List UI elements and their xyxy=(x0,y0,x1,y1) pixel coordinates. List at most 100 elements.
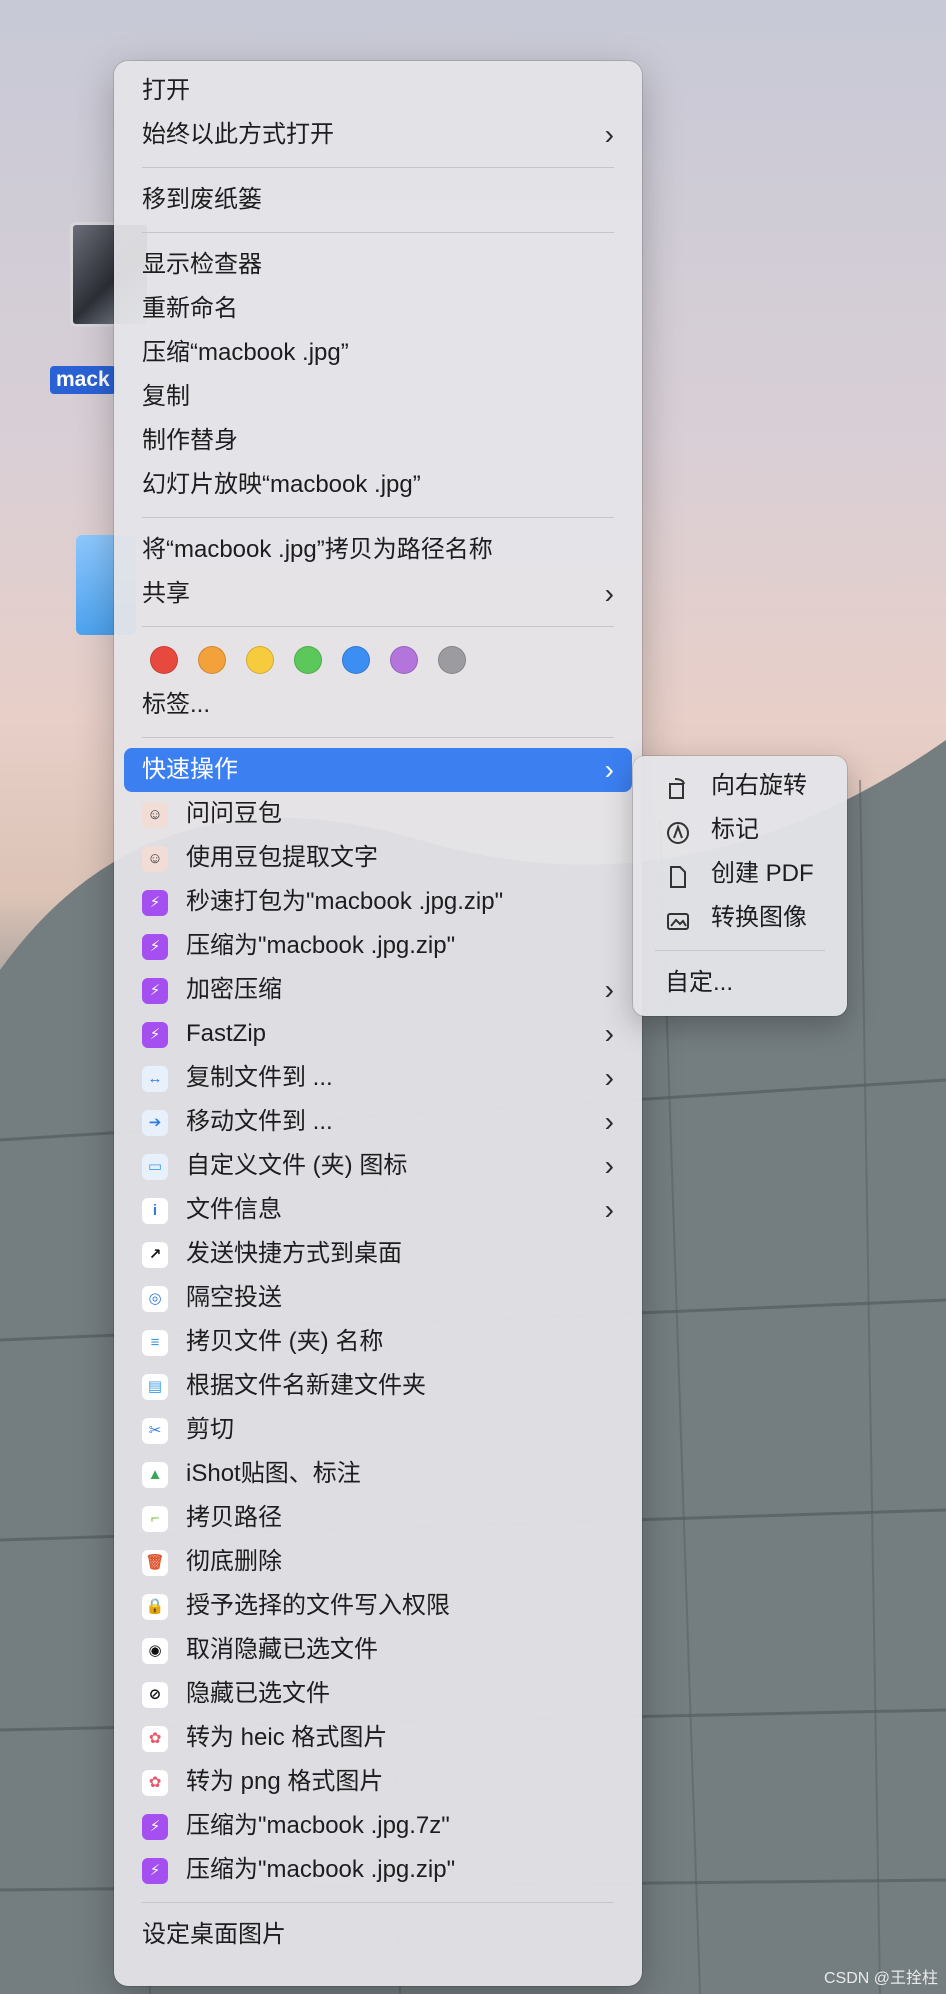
service-menu-item[interactable]: ◎ 隔空投送 xyxy=(124,1276,632,1320)
tag-color-dot[interactable] xyxy=(198,646,226,674)
menu-item-label: 将“macbook .jpg”拷贝为路径名称 xyxy=(142,536,493,563)
chevron-right-icon: › xyxy=(604,1106,614,1137)
quick-actions-submenu: 向右旋转标记创建 PDF 转换图像 自定... xyxy=(633,756,847,1016)
quick-action-item[interactable]: 创建 PDF xyxy=(643,852,837,896)
menu-item-label: 压缩“macbook .jpg” xyxy=(142,339,349,366)
service-menu-item[interactable]: ⊘ 隐藏已选文件 xyxy=(124,1672,632,1716)
tag-color-dot[interactable] xyxy=(438,646,466,674)
ishot-icon: ▲ xyxy=(142,1462,168,1488)
menu-item[interactable]: 显示检查器 xyxy=(124,243,632,287)
menu-item-label: 自定... xyxy=(665,969,734,996)
menu-item[interactable]: 打开 xyxy=(124,69,632,113)
chevron-right-icon: › xyxy=(604,578,614,609)
menu-item[interactable]: 压缩“macbook .jpg” xyxy=(124,331,632,375)
set-desktop-picture-menu-item[interactable]: 设定桌面图片 xyxy=(124,1913,632,1957)
menu-item[interactable]: 复制 xyxy=(124,375,632,419)
shortcuts-icon: ⚡ xyxy=(142,1022,168,1048)
service-menu-item[interactable]: ⚡ 压缩为"macbook .jpg.zip" xyxy=(124,924,632,968)
quick-action-item[interactable]: 向右旋转 xyxy=(643,764,837,808)
service-menu-item[interactable]: ⚡ 压缩为"macbook .jpg.zip" xyxy=(124,1848,632,1892)
menu-item[interactable]: 将“macbook .jpg”拷贝为路径名称 xyxy=(124,528,632,572)
chevron-right-icon: › xyxy=(604,1018,614,1049)
menu-item-label: 制作替身 xyxy=(142,427,238,454)
airdrop-icon: ◎ xyxy=(142,1286,168,1312)
photos-icon: ✿ xyxy=(142,1726,168,1752)
service-menu-item[interactable]: ↗ 发送快捷方式到桌面 xyxy=(124,1232,632,1276)
doubao-avatar-icon: ☺ xyxy=(142,802,168,828)
folder-icon: ▭ xyxy=(142,1154,168,1180)
photos-icon: ✿ xyxy=(142,1770,168,1796)
tag-color-row xyxy=(114,637,642,683)
service-menu-item[interactable]: ⌐ 拷贝路径 xyxy=(124,1496,632,1540)
menu-item-label: 显示检查器 xyxy=(142,251,262,278)
service-menu-item[interactable]: ▲ iShot贴图、标注 xyxy=(124,1452,632,1496)
menu-item-label: 发送快捷方式到桌面 xyxy=(186,1240,402,1267)
pdf-icon xyxy=(665,861,691,888)
menu-item-label: 转换图像 xyxy=(711,904,807,931)
alias-arrow-icon: ↗ xyxy=(142,1242,168,1268)
service-menu-item[interactable]: ✿ 转为 png 格式图片 xyxy=(124,1760,632,1804)
chevron-right-icon: › xyxy=(604,1150,614,1181)
menu-item-label: 加密压缩 xyxy=(186,976,282,1003)
menu-item[interactable]: 始终以此方式打开 › xyxy=(124,113,632,157)
customize-menu-item[interactable]: 自定... xyxy=(643,961,837,1005)
tags-menu-item[interactable]: 标签... xyxy=(124,683,632,727)
menu-separator xyxy=(142,1902,614,1903)
menu-item[interactable]: 重新命名 xyxy=(124,287,632,331)
menu-item[interactable]: 移到废纸篓 xyxy=(124,178,632,222)
watermark: CSDN @王拴柱 xyxy=(823,1970,938,1987)
new-folder-icon: ▤ xyxy=(142,1374,168,1400)
menu-item-label: 标记 xyxy=(711,816,759,843)
service-menu-item[interactable]: ⚡ FastZip › xyxy=(124,1012,632,1056)
menu-item-label: 压缩为"macbook .jpg.7z" xyxy=(186,1812,450,1839)
service-menu-item[interactable]: ⚡ 秒速打包为"macbook .jpg.zip" xyxy=(124,880,632,924)
service-menu-item[interactable]: ◉ 取消隐藏已选文件 xyxy=(124,1628,632,1672)
menu-item-label: 文件信息 xyxy=(186,1196,282,1223)
service-menu-item[interactable]: i 文件信息 › xyxy=(124,1188,632,1232)
copy-name-icon: ≡ xyxy=(142,1330,168,1356)
menu-item-label: 隔空投送 xyxy=(186,1284,282,1311)
quick-action-item[interactable]: 转换图像 xyxy=(643,896,837,940)
shortcuts-icon: ⚡ xyxy=(142,978,168,1004)
quick-action-item[interactable]: 标记 xyxy=(643,808,837,852)
service-menu-item[interactable]: ✂ 剪切 xyxy=(124,1408,632,1452)
tag-color-dot[interactable] xyxy=(390,646,418,674)
desktop-file-label[interactable]: mack xyxy=(50,366,116,394)
service-menu-item[interactable]: 🗑 彻底删除 xyxy=(124,1540,632,1584)
menu-item[interactable]: 共享 › xyxy=(124,572,632,616)
menu-item-label: 问问豆包 xyxy=(186,800,282,827)
service-menu-item[interactable]: ☺ 问问豆包 xyxy=(124,792,632,836)
convert-image-icon xyxy=(665,905,691,931)
service-menu-item[interactable]: ≡ 拷贝文件 (夹) 名称 xyxy=(124,1320,632,1364)
menu-separator xyxy=(142,232,614,233)
service-menu-item[interactable]: ▭ 自定义文件 (夹) 图标 › xyxy=(124,1144,632,1188)
menu-item-label: 授予选择的文件写入权限 xyxy=(186,1592,450,1619)
context-menu: 打开 始终以此方式打开 › 移到废纸篓 显示检查器重新命名压缩“macbook .j… xyxy=(114,61,642,1986)
service-menu-item[interactable]: ⚡ 压缩为"macbook .jpg.7z" xyxy=(124,1804,632,1848)
tag-color-dot[interactable] xyxy=(246,646,274,674)
tag-color-dot[interactable] xyxy=(342,646,370,674)
menu-item-label: 创建 PDF xyxy=(711,860,814,887)
menu-item-label: 压缩为"macbook .jpg.zip" xyxy=(186,932,456,959)
service-menu-item[interactable]: ↔ 复制文件到 ... › xyxy=(124,1056,632,1100)
menu-separator xyxy=(142,517,614,518)
menu-item-label: 压缩为"macbook .jpg.zip" xyxy=(186,1856,456,1883)
service-menu-item[interactable]: ▤ 根据文件名新建文件夹 xyxy=(124,1364,632,1408)
tag-color-dot[interactable] xyxy=(150,646,178,674)
shortcuts-icon: ⚡ xyxy=(142,1814,168,1840)
service-menu-item[interactable]: ☺ 使用豆包提取文字 xyxy=(124,836,632,880)
menu-item-label: FastZip xyxy=(186,1020,267,1047)
eye-hidden-icon: ⊘ xyxy=(142,1682,168,1708)
tag-color-dot[interactable] xyxy=(294,646,322,674)
service-menu-item[interactable]: ⚡ 加密压缩 › xyxy=(124,968,632,1012)
lock-icon: 🔒 xyxy=(142,1594,168,1620)
menu-item[interactable]: 幻灯片放映“macbook .jpg” xyxy=(124,463,632,507)
menu-item-label: 复制文件到 ... xyxy=(186,1064,333,1091)
service-menu-item[interactable]: ➔ 移动文件到 ... › xyxy=(124,1100,632,1144)
service-menu-item[interactable]: ✿ 转为 heic 格式图片 xyxy=(124,1716,632,1760)
service-menu-item[interactable]: 🔒 授予选择的文件写入权限 xyxy=(124,1584,632,1628)
menu-item-label: 移动文件到 ... xyxy=(186,1108,333,1135)
quick-actions-menu-item[interactable]: 快速操作 › xyxy=(124,748,632,792)
menu-item[interactable]: 制作替身 xyxy=(124,419,632,463)
menu-separator xyxy=(655,950,825,951)
